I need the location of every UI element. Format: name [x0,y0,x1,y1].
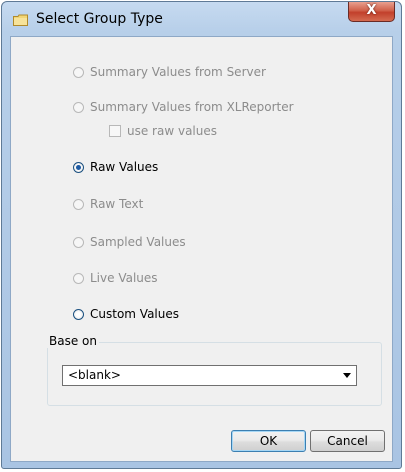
close-icon: X [366,3,377,18]
use-raw-values-label: use raw values [127,124,217,138]
cancel-button[interactable]: Cancel [310,430,385,452]
dialog-content: Summary Values from Server Summary Value… [10,36,393,462]
option-live-values[interactable]: Live Values [73,269,158,287]
radio-live-values[interactable] [73,272,84,284]
radio-sampled-values[interactable] [73,236,84,248]
label-sampled-values: Sampled Values [90,235,186,249]
radio-raw-text[interactable] [73,198,84,210]
use-raw-values-option[interactable]: use raw values [109,122,217,140]
label-custom-values: Custom Values [90,307,179,321]
label-raw-text: Raw Text [90,197,144,211]
option-sampled-values[interactable]: Sampled Values [73,233,186,251]
option-custom-values[interactable]: Custom Values [73,305,179,323]
base-on-dropdown[interactable]: <blank> [62,365,357,386]
title-bar[interactable]: Select Group Type X [2,2,401,36]
use-raw-values-checkbox[interactable] [109,125,121,137]
dialog-title: Select Group Type [36,11,163,27]
option-raw-values[interactable]: Raw Values [73,158,158,176]
radio-summary-values-server[interactable] [73,66,84,78]
option-summary-values-xlreporter[interactable]: Summary Values from XLReporter [73,98,294,116]
ok-button[interactable]: OK [231,430,306,452]
radio-custom-values[interactable] [73,308,84,320]
option-summary-values-server[interactable]: Summary Values from Server [73,63,266,81]
radio-raw-values[interactable] [73,161,84,173]
base-on-title: Base on [47,334,99,348]
label-raw-values: Raw Values [90,160,159,174]
label-summary-values-server: Summary Values from Server [90,65,266,79]
label-live-values: Live Values [90,271,158,285]
close-button[interactable]: X [348,2,395,22]
option-raw-text[interactable]: Raw Text [73,195,143,213]
radio-summary-values-xlreporter[interactable] [73,101,84,113]
dialog-window: Select Group Type X Summary Values from … [1,1,402,469]
label-summary-values-xlreporter: Summary Values from XLReporter [90,100,294,114]
chevron-down-icon[interactable] [343,373,351,378]
base-on-selected-value: <blank> [68,368,121,382]
folder-icon [13,14,28,26]
